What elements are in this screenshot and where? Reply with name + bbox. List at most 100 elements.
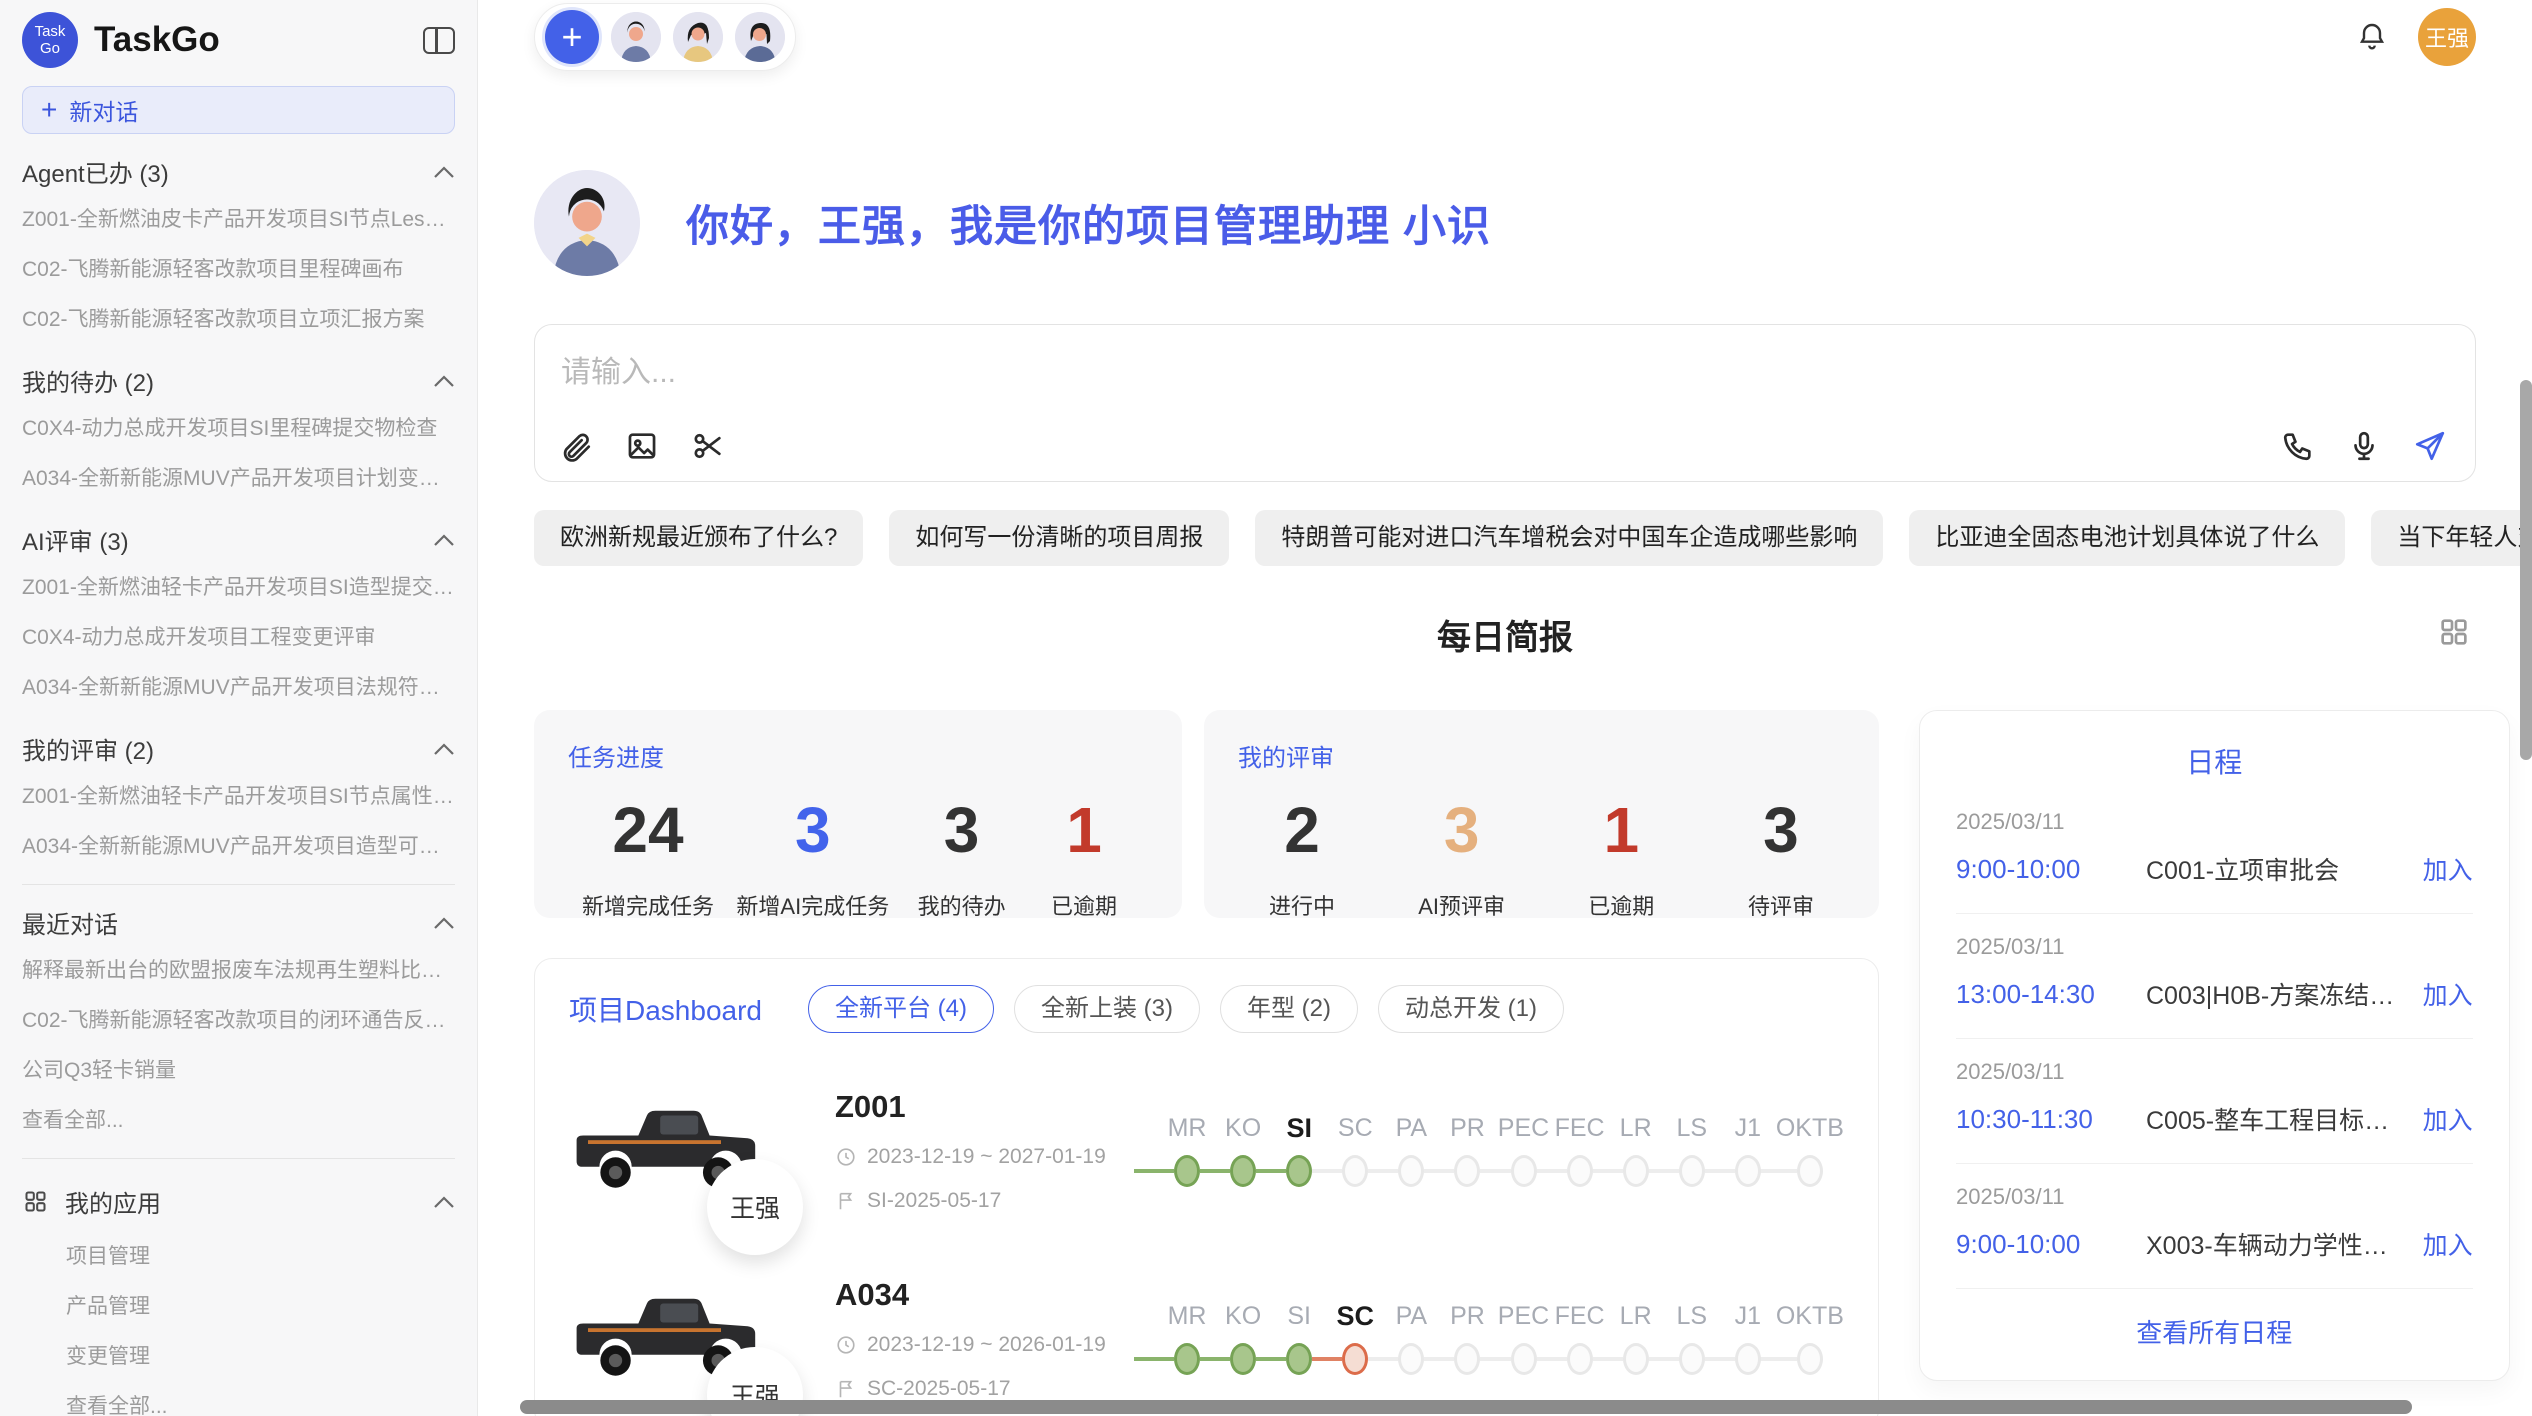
milestone-label: PEC [1495, 1296, 1551, 1336]
daily-briefing-title: 每日简报 [1437, 619, 1573, 657]
tab-new-body[interactable]: 全新上装 (3) [1014, 985, 1200, 1033]
stat-label: 新增完成任务 [582, 889, 714, 921]
event-time: 9:00-10:00 [1956, 1229, 2146, 1260]
event-date: 2025/03/11 [1956, 1059, 2473, 1085]
list-item[interactable]: Z001-全新燃油轻卡产品开发项目SI节点属性5D文件评审 [22, 770, 455, 820]
milestone-label: LS [1664, 1108, 1720, 1148]
stat: 3待评审 [1731, 795, 1831, 921]
suggestion-chip[interactable]: 如何写一份清晰的项目周报 [889, 510, 1229, 566]
avatar[interactable] [611, 12, 661, 62]
join-link[interactable]: 加入 [2423, 851, 2473, 887]
chat-input-box[interactable]: 请输入... [534, 324, 2476, 482]
user-avatar[interactable]: 王强 [2418, 8, 2476, 66]
new-chat-button[interactable]: + 新对话 [22, 86, 455, 134]
milestone-dot [1623, 1155, 1649, 1187]
tab-new-platform[interactable]: 全新平台 (4) [808, 985, 994, 1033]
list-item[interactable]: Z001-全新燃油轻卡产品开发项目SI造型提交物评审 [22, 561, 455, 611]
milestone: LR [1608, 1108, 1664, 1194]
milestone: SI [1271, 1296, 1327, 1382]
list-item[interactable]: C0X4-动力总成开发项目SI里程碑提交物检查 [22, 402, 455, 452]
milestone-label: OKTB [1776, 1296, 1844, 1336]
project-row[interactable]: 王强 Z001 2023-12-19 ~ 2027-01-19 SI-2025-… [569, 1081, 1844, 1221]
milestone: J1 [1720, 1108, 1776, 1194]
chevron-up-icon [433, 374, 455, 388]
event-time: 9:00-10:00 [1956, 854, 2146, 885]
horizontal-scrollbar[interactable] [520, 1400, 2412, 1414]
vertical-scrollbar[interactable] [2520, 380, 2532, 760]
hero: 你好，王强，我是你的项目管理助理 小识 [534, 170, 2476, 276]
join-link[interactable]: 加入 [2423, 1226, 2473, 1262]
section-my-todo[interactable]: 我的待办 (2) [22, 363, 455, 398]
collapse-sidebar-icon[interactable] [423, 27, 455, 54]
app-item-project[interactable]: 项目管理 [22, 1230, 455, 1280]
view-all-schedule-link[interactable]: 查看所有日程 [1956, 1289, 2473, 1360]
tab-year-model[interactable]: 年型 (2) [1220, 985, 1358, 1033]
suggestion-chip[interactable]: 比亚迪全固态电池计划具体说了什么 [1909, 510, 2345, 566]
list-item[interactable]: C0X4-动力总成开发项目工程变更评审 [22, 611, 455, 661]
milestone-dot [1567, 1343, 1593, 1375]
milestone: SI [1271, 1108, 1327, 1194]
list-item[interactable]: C02-飞腾新能源轻客改款项目里程碑画布 [22, 243, 455, 293]
view-all-apps-link[interactable]: 查看全部... [22, 1380, 455, 1416]
milestone-dot [1398, 1343, 1424, 1375]
app-item-change[interactable]: 变更管理 [22, 1330, 455, 1380]
stat-value: 1 [1034, 795, 1134, 865]
milestone: MR [1159, 1296, 1215, 1382]
list-item[interactable]: A034-全新新能源MUV产品开发项目法规符合性评审 [22, 661, 455, 711]
project-row[interactable]: 王强 A034 2023-12-19 ~ 2026-01-19 SC-2025-… [569, 1269, 1844, 1409]
section-recent-chats[interactable]: 最近对话 [22, 905, 455, 940]
avatar[interactable] [673, 12, 723, 62]
milestone-label: PEC [1495, 1108, 1551, 1148]
sidebar-item-my-apps[interactable]: 我的应用 [22, 1173, 455, 1230]
milestone-label: SC [1327, 1108, 1383, 1148]
stat-value: 3 [736, 795, 889, 865]
send-icon[interactable] [2413, 429, 2447, 463]
suggestion-chip[interactable]: 特朗普可能对进口汽车增税会对中国车企造成哪些影响 [1255, 510, 1883, 566]
milestone-dot [1679, 1343, 1705, 1375]
section-agent-done[interactable]: Agent已办 (3) [22, 154, 455, 189]
suggestion-chip[interactable]: 欧洲新规最近颁布了什么? [534, 510, 863, 566]
phone-icon[interactable] [2281, 429, 2315, 463]
schedule-event: 2025/03/11 13:00-14:30 C003|H0B-方案冻结评审 加… [1956, 914, 2473, 1039]
list-item[interactable]: C02-飞腾新能源轻客改款项目立项汇报方案 [22, 293, 455, 343]
list-item[interactable]: A034-全新新能源MUV产品开发项目计划变更表编写 [22, 452, 455, 502]
milestone-label: PA [1383, 1296, 1439, 1336]
notification-bell-icon[interactable] [2356, 21, 2388, 53]
scissors-icon[interactable] [691, 429, 725, 463]
milestone: LS [1664, 1296, 1720, 1382]
section-ai-review[interactable]: AI评审 (3) [22, 522, 455, 557]
list-item[interactable]: A034-全新新能源MUV产品开发项目造型可行性评审 [22, 820, 455, 870]
layout-grid-icon[interactable] [2438, 616, 2470, 653]
milestone-dot [1454, 1343, 1480, 1375]
flag-icon [835, 1378, 857, 1400]
app-item-product[interactable]: 产品管理 [22, 1280, 455, 1330]
microphone-icon[interactable] [2347, 429, 2381, 463]
view-all-chats-link[interactable]: 查看全部... [22, 1094, 455, 1144]
avatar[interactable] [735, 12, 785, 62]
add-collaborator-button[interactable]: + [545, 10, 599, 64]
image-icon[interactable] [625, 429, 659, 463]
card-title: 任务进度 [568, 738, 1148, 773]
my-review-card: 我的评审 2进行中 3AI预评审 1已逾期 3待评审 [1204, 710, 1879, 918]
suggestion-chip[interactable]: 当下年轻人对汽车外观有怎样的喜好趋势 [2371, 510, 2532, 566]
divider [22, 1158, 455, 1159]
milestone-connector [1312, 1169, 1342, 1173]
list-item[interactable]: 公司Q3轻卡销量 [22, 1044, 455, 1094]
list-item[interactable]: C02-飞腾新能源轻客改款项目的闭环通告反馈情况 [22, 994, 455, 1044]
milestone: PR [1439, 1296, 1495, 1382]
attachment-icon[interactable] [559, 429, 593, 463]
taskgo-logo: Task Go [22, 12, 78, 68]
join-link[interactable]: 加入 [2423, 976, 2473, 1012]
milestone-connector [1424, 1169, 1454, 1173]
task-progress-card: 任务进度 24新增完成任务 3新增AI完成任务 3我的待办 1已逾期 [534, 710, 1182, 918]
join-link[interactable]: 加入 [2423, 1101, 2473, 1137]
stat-value: 24 [582, 795, 714, 865]
milestone-connector [1649, 1169, 1679, 1173]
milestone-connector [1480, 1169, 1510, 1173]
list-item[interactable]: 解释最新出台的欧盟报废车法规再生塑料比例被调至15%... [22, 944, 455, 994]
section-my-review[interactable]: 我的评审 (2) [22, 731, 455, 766]
tab-powertrain[interactable]: 动总开发 (1) [1378, 985, 1564, 1033]
milestone: SC [1327, 1108, 1383, 1194]
greeting-text: 你好，王强，我是你的项目管理助理 小识 [686, 192, 1491, 254]
list-item[interactable]: Z001-全新燃油皮卡产品开发项目SI节点Lesson Learn报告 [22, 193, 455, 243]
